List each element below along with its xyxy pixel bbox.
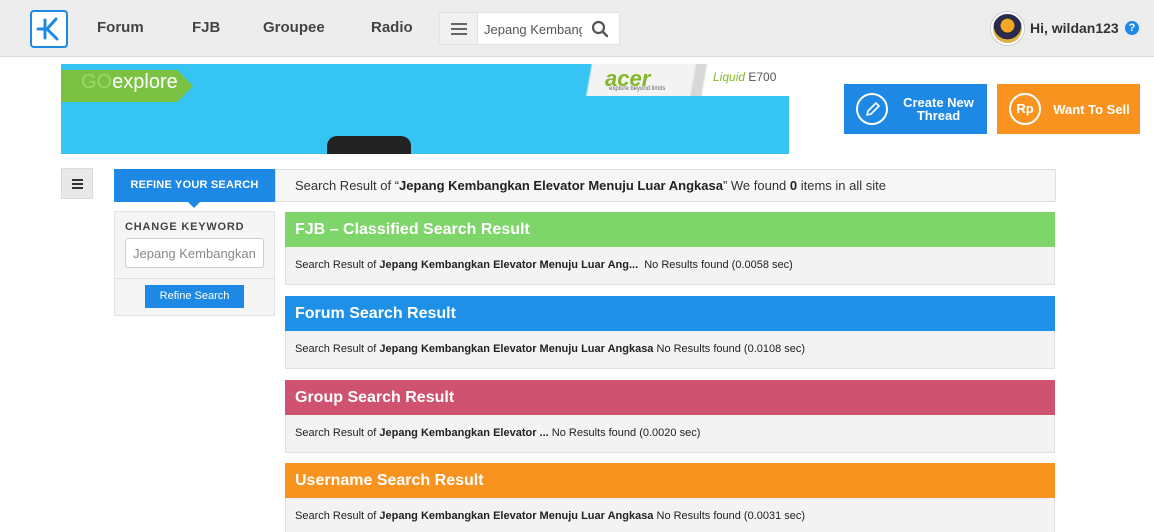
sidebar-toggle-button[interactable] xyxy=(61,168,93,199)
phone-image xyxy=(327,136,411,154)
username-result-body: Search Result of Jepang Kembangkan Eleva… xyxy=(285,498,1055,532)
search-icon[interactable] xyxy=(591,20,609,38)
fjb-result-title[interactable]: FJB – Classified Search Result xyxy=(285,212,1055,247)
forum-result-section: Forum Search Result Search Result of Jep… xyxy=(285,296,1055,369)
group-result-body: Search Result of Jepang Kembangkan Eleva… xyxy=(285,415,1055,453)
create-thread-button[interactable]: Create New Thread xyxy=(844,84,987,134)
nav-fjb-link[interactable]: FJB xyxy=(192,19,220,36)
help-icon[interactable]: ? xyxy=(1125,21,1139,35)
user-greeting[interactable]: Hi, wildan123 xyxy=(1030,20,1119,36)
top-navbar: Forum FJB Groupee Radio Hi, wildan123 ? xyxy=(0,0,1154,57)
hamburger-icon xyxy=(72,179,83,181)
nav-groupee-link[interactable]: Groupee xyxy=(263,19,325,36)
nav-radio-link[interactable]: Radio xyxy=(371,19,413,36)
group-result-section: Group Search Result Search Result of Jep… xyxy=(285,380,1055,453)
search-menu-button[interactable] xyxy=(440,13,478,44)
fjb-result-section: FJB – Classified Search Result Search Re… xyxy=(285,212,1055,285)
rupiah-icon: Rp xyxy=(1009,93,1041,125)
want-to-sell-button[interactable]: Rp Want To Sell xyxy=(997,84,1140,134)
fjb-result-body: Search Result of Jepang Kembangkan Eleva… xyxy=(285,247,1055,285)
username-result-section: Username Search Result Search Result of … xyxy=(285,463,1055,532)
forum-result-body: Search Result of Jepang Kembangkan Eleva… xyxy=(285,331,1055,369)
kaskus-logo-icon[interactable] xyxy=(30,10,68,48)
want-to-sell-label: Want To Sell xyxy=(1053,101,1130,117)
create-thread-label: Create New Thread xyxy=(903,95,974,123)
nav-forum-link[interactable]: Forum xyxy=(97,19,144,36)
hamburger-icon xyxy=(451,23,467,25)
phone-model: Liquid E700 xyxy=(713,70,777,84)
divider xyxy=(115,278,274,279)
refine-search-button[interactable]: Refine Search xyxy=(145,285,244,308)
user-avatar[interactable] xyxy=(991,12,1024,45)
acer-tagline: explore beyond limits xyxy=(609,86,666,92)
search-summary: Search Result of “Jepang Kembangkan Elev… xyxy=(275,169,1056,202)
username-result-title[interactable]: Username Search Result xyxy=(285,463,1055,498)
refine-search-tab[interactable]: REFINE YOUR SEARCH xyxy=(114,169,275,208)
header-search-input[interactable] xyxy=(484,19,582,39)
advertisement-banner[interactable]: GOexplore acer explore beyond limits Liq… xyxy=(61,64,789,154)
change-keyword-title: CHANGE KEYWORD xyxy=(125,221,245,233)
change-keyword-panel: CHANGE KEYWORD Refine Search xyxy=(114,211,275,316)
pencil-icon xyxy=(856,93,888,125)
group-result-title[interactable]: Group Search Result xyxy=(285,380,1055,415)
header-search-box xyxy=(439,12,620,45)
keyword-input[interactable] xyxy=(125,238,264,268)
go-explore-text: GOexplore xyxy=(81,71,178,93)
forum-result-title[interactable]: Forum Search Result xyxy=(285,296,1055,331)
